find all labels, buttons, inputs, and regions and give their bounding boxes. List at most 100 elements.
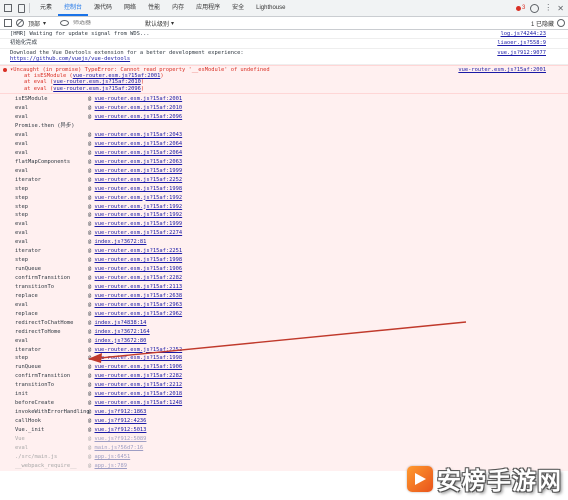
frame-source-link[interactable]: vue-router.esm.js?15af:1999 <box>95 168 183 174</box>
frame-source-link[interactable]: vue-router.esm.js?15af:2274 <box>95 230 183 236</box>
stack-frame: eval @ vue-router.esm.js?15af:2064 <box>0 149 568 158</box>
stack-frame: iterator @ vue-router.esm.js?15af:2252 <box>0 346 568 355</box>
frame-source-link[interactable]: vue-router.esm.js?15af:1999 <box>95 221 183 227</box>
message-source-link[interactable]: liaoer.js?558:9 <box>497 40 546 46</box>
error-source-link[interactable]: vue-router.esm.js?15af:2001 <box>458 67 546 73</box>
frame-source-link[interactable]: vue-router.esm.js?15af:1998 <box>95 355 183 361</box>
frame-source-link[interactable]: vue-router.esm.js?15af:2001 <box>95 96 183 102</box>
frame-location: @ vue-router.esm.js?15af:2064 <box>88 140 182 149</box>
frame-source-link[interactable]: vue-router.esm.js?15af:1992 <box>95 195 183 201</box>
frame-source-link[interactable]: vue-router.esm.js?15af:2018 <box>95 391 183 397</box>
at-link[interactable]: vue-router.esm.js?15af:2096 <box>53 86 141 92</box>
frame-source-link[interactable]: vue-router.esm.js?15af:2096 <box>95 114 183 120</box>
frame-source-link[interactable]: index.js?3672:81 <box>95 239 147 245</box>
frame-location: @ vue-router.esm.js?15af:2274 <box>88 229 182 238</box>
frame-source-link[interactable]: vue-router.esm.js?15af:2282 <box>95 275 183 281</box>
console-sidebar-icon[interactable] <box>4 19 12 27</box>
tab-8[interactable]: Lighthouse <box>250 0 291 16</box>
frame-function: __webpack_require__ <box>15 462 77 469</box>
live-expression-eye-icon[interactable] <box>60 20 70 26</box>
frame-source-link[interactable]: vue-router.esm.js?15af:2064 <box>95 141 183 147</box>
frame-source-link[interactable]: index.js?3672:80 <box>95 338 147 344</box>
frame-source-link[interactable]: vue-router.esm.js?15af:2043 <box>95 132 183 138</box>
frame-function: eval <box>15 230 28 237</box>
tab-0[interactable]: 元素 <box>34 0 58 16</box>
tab-3[interactable]: 网络 <box>118 0 142 16</box>
inspect-element-icon[interactable] <box>4 4 12 12</box>
call-stack: isESModule @ vue-router.esm.js?15af:2001 e… <box>0 94 568 471</box>
frame-source-link[interactable]: vue-router.esm.js?15af:2064 <box>95 150 183 156</box>
frame-source-link[interactable]: app.js:789 <box>95 463 127 469</box>
at-link[interactable]: vue-router.esm.js?15af:2010 <box>53 79 141 85</box>
frame-function: invokeWithErrorHandling <box>15 409 90 416</box>
device-toolbar-icon[interactable] <box>18 3 25 13</box>
frame-source-link[interactable]: vue-router.esm.js?15af:2252 <box>95 347 183 353</box>
frame-function: step <box>15 185 28 192</box>
message-source-link[interactable]: vue.js?912:9077 <box>497 50 546 56</box>
context-selector[interactable]: 顶部 ▾ <box>28 19 46 28</box>
tab-6[interactable]: 应用程序 <box>190 0 226 16</box>
frame-source-link[interactable]: vue-router.esm.js?15af:2638 <box>95 293 183 299</box>
frame-source-link[interactable]: vue-router.esm.js?15af:2063 <box>95 159 183 165</box>
frame-source-link[interactable]: vue-router.esm.js?15af:2963 <box>95 302 183 308</box>
console-settings-gear-icon[interactable] <box>557 19 565 27</box>
frame-source-link[interactable]: vue-router.esm.js?15af:1998 <box>95 257 183 263</box>
frame-source-link[interactable]: vue-router.esm.js?15af:1906 <box>95 364 183 370</box>
frame-source-link[interactable]: vue-router.esm.js?15af:1992 <box>95 212 183 218</box>
frame-source-link[interactable]: vue.js?f912:1863 <box>95 409 147 415</box>
log-levels-dropdown[interactable]: 默认级别 ▾ <box>145 19 174 28</box>
at-link[interactable]: vue-router.esm.js?15af:2001 <box>73 73 161 79</box>
stack-frame: transitionTo @ vue-router.esm.js?15af:221… <box>0 381 568 390</box>
frame-function: transitionTo <box>15 382 54 389</box>
stack-frame: eval @ vue-router.esm.js?15af:2010 <box>0 104 568 113</box>
stack-frame: confirmTransition @ vue-router.esm.js?15a… <box>0 372 568 381</box>
stack-frame: eval @ vue-router.esm.js?15af:2043 <box>0 131 568 140</box>
frame-source-link[interactable]: index.js?3672:164 <box>95 329 150 335</box>
error-count-badge[interactable]: 3 <box>515 5 525 11</box>
tab-2[interactable]: 源代码 <box>88 0 118 16</box>
frame-function: step <box>15 194 28 201</box>
frame-location: @ index.js?3672:80 <box>88 337 146 346</box>
stack-frame: eval @ main.js?56d7:16 <box>0 444 568 453</box>
tab-5[interactable]: 内存 <box>166 0 190 16</box>
frame-location: @ vue-router.esm.js?15af:2113 <box>88 283 182 292</box>
more-options-icon[interactable]: ⋮ <box>544 4 552 12</box>
frame-source-link[interactable]: vue-router.esm.js?15af:2113 <box>95 284 183 290</box>
frame-source-link[interactable]: vue-router.esm.js?15af:2252 <box>95 177 183 183</box>
frame-source-link[interactable]: vue-router.esm.js?15af:2251 <box>95 248 183 254</box>
frame-source-link[interactable]: vue-router.esm.js?15af:1248 <box>95 400 183 406</box>
frame-source-link[interactable]: index.js?4838:14 <box>95 320 147 326</box>
frame-location: @ app.js:789 <box>88 462 127 471</box>
chevron-down-icon: ▾ <box>43 20 47 27</box>
frame-function: replace <box>15 292 38 299</box>
close-devtools-icon[interactable]: ✕ <box>557 4 564 13</box>
frame-source-link[interactable]: vue.js?f912:5013 <box>95 427 147 433</box>
stack-frame: Vue._init @ vue.js?f912:5013 <box>0 426 568 435</box>
frame-function: transitionTo <box>15 283 54 290</box>
frame-source-link[interactable]: vue-router.esm.js?15af:2010 <box>95 105 183 111</box>
frame-source-link[interactable]: vue-router.esm.js?15af:2282 <box>95 373 183 379</box>
frame-source-link[interactable]: vue-router.esm.js?15af:1906 <box>95 266 183 272</box>
frame-source-link[interactable]: vue-router.esm.js?15af:1998 <box>95 186 183 192</box>
frame-location: @ vue-router.esm.js?15af:2018 <box>88 390 182 399</box>
frame-source-link[interactable]: vue.js?f912:5089 <box>95 436 147 442</box>
devtools-extension-link[interactable]: https://github.com/vuejs/vue-devtools <box>10 56 130 62</box>
filter-input[interactable] <box>73 20 134 26</box>
clear-console-icon[interactable] <box>16 19 24 27</box>
frame-location: @ vue-router.esm.js?15af:2282 <box>88 372 182 381</box>
settings-gear-icon[interactable] <box>530 3 540 13</box>
frame-location: @ vue-router.esm.js?15af:2962 <box>88 310 182 319</box>
message-source-link[interactable]: log.js?4244:23 <box>501 31 546 37</box>
tab-7[interactable]: 安全 <box>226 0 250 16</box>
frame-source-link[interactable]: main.js?56d7:16 <box>95 445 144 451</box>
frame-source-link[interactable]: vue.js?f912:4236 <box>95 418 147 424</box>
frame-source-link[interactable]: vue-router.esm.js?15af:2212 <box>95 382 183 388</box>
tab-1[interactable]: 控制台 <box>58 0 89 16</box>
frame-source-link[interactable]: vue-router.esm.js?15af:2962 <box>95 311 183 317</box>
frame-source-link[interactable]: vue-router.esm.js?15af:1992 <box>95 204 183 210</box>
frame-location: @ vue-router.esm.js?15af:2064 <box>88 149 182 158</box>
tab-4[interactable]: 性能 <box>142 0 166 16</box>
frame-function: step <box>15 355 28 362</box>
frame-source-link[interactable]: app.js:6451 <box>95 454 131 460</box>
frame-function: ./src/main.js <box>15 453 58 460</box>
